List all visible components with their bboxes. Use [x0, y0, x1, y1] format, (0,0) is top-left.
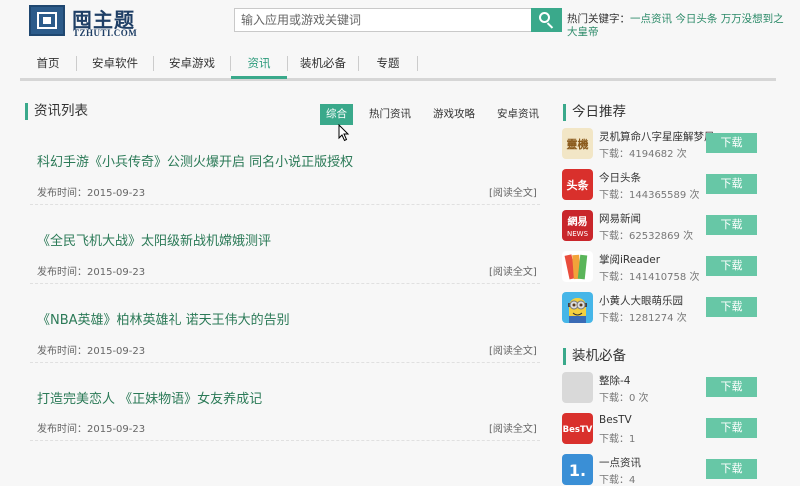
read-more-link[interactable]: [阅读全文] [489, 263, 537, 278]
article-date: 发布时间：2015-09-23 [37, 267, 146, 278]
placeholder-icon[interactable] [562, 372, 593, 403]
nav-item-topics[interactable]: 专题 [359, 50, 417, 76]
article-title[interactable]: 科幻手游《小兵传奇》公测火爆开启 同名小说正版授权 [37, 151, 353, 170]
article-date: 发布时间：2015-09-23 [37, 346, 146, 357]
article-date: 发布时间：2015-09-23 [37, 188, 146, 199]
mouse-cursor-icon [338, 124, 350, 142]
download-button[interactable]: 下载 [706, 256, 757, 276]
article-title[interactable]: 《NBA英雄》柏林英雄礼 诺天王伟大的告别 [37, 309, 290, 328]
hot-keyword-link[interactable]: 一点资讯 [630, 13, 672, 25]
app-name[interactable]: 今日头条 [599, 170, 641, 185]
tab-android-news[interactable]: 安卓资讯 [497, 104, 539, 125]
logo-icon[interactable] [29, 5, 65, 36]
app-name[interactable]: 整除-4 [599, 373, 630, 388]
yidian-icon[interactable]: 1. [562, 454, 593, 485]
tab-game-guides[interactable]: 游戏攻略 [433, 104, 475, 125]
nav-item-android-games[interactable]: 安卓游戏 [154, 50, 230, 76]
nav-item-news[interactable]: 资讯 [231, 50, 287, 79]
app-download-count: 下载：4194682 次 [599, 149, 687, 160]
search-button[interactable] [531, 8, 562, 32]
search-box [234, 8, 532, 32]
read-more-link[interactable]: [阅读全文] [489, 184, 537, 199]
article-title[interactable]: 《全民飞机大战》太阳级新战机嫦娥测评 [37, 230, 271, 249]
app-name[interactable]: BesTV [599, 414, 632, 426]
tab-hot-news[interactable]: 热门资讯 [369, 104, 411, 125]
essential-apps-title: 装机必备 [563, 348, 626, 365]
minion-icon[interactable] [562, 292, 593, 323]
svg-text:靈機: 靈機 [567, 137, 589, 151]
download-button[interactable]: 下载 [706, 215, 757, 235]
nav-item-essentials[interactable]: 装机必备 [288, 50, 358, 76]
svg-text:NEWS: NEWS [567, 230, 589, 238]
download-button[interactable]: 下载 [706, 459, 757, 479]
article-divider [30, 283, 540, 284]
nav-item-android-apps[interactable]: 安卓软件 [77, 50, 153, 76]
download-button[interactable]: 下载 [706, 133, 757, 153]
search-icon [539, 12, 550, 23]
lingji-icon[interactable]: 靈機 [562, 128, 593, 159]
article-divider [30, 204, 540, 205]
article-date: 发布时间：2015-09-23 [37, 424, 146, 435]
read-more-link[interactable]: [阅读全文] [489, 420, 537, 435]
svg-text:头条: 头条 [567, 178, 590, 192]
tab-all[interactable]: 综合 [320, 104, 353, 125]
app-download-count: 下载：144365589 次 [599, 190, 700, 201]
netease-news-icon[interactable]: 網易 NEWS [562, 210, 593, 241]
svg-text:BesTV: BesTV [563, 425, 593, 435]
app-name[interactable]: 小黄人大眼萌乐园 [599, 293, 683, 308]
app-name[interactable]: 网易新闻 [599, 211, 641, 226]
app-download-count: 下载：1 [599, 434, 636, 445]
search-input[interactable] [235, 9, 527, 31]
ireader-icon[interactable] [562, 251, 593, 282]
download-button[interactable]: 下载 [706, 377, 757, 397]
nav-divider [417, 56, 418, 71]
download-button[interactable]: 下载 [706, 418, 757, 438]
svg-text:網易: 網易 [568, 215, 588, 228]
app-name[interactable]: 掌阅iReader [599, 252, 660, 267]
app-name[interactable]: 灵机算命八字星座解梦风 [599, 129, 715, 144]
download-button[interactable]: 下载 [706, 297, 757, 317]
site-header: 囤主题 TZHUTI.COM 热门关键字：一点资讯 今日头条 万万没想到之大皇帝 [0, 0, 800, 42]
hot-keywords-label: 热门关键字： [567, 13, 630, 25]
article-divider [30, 440, 540, 441]
download-button[interactable]: 下载 [706, 174, 757, 194]
app-download-count: 下载：0 次 [599, 393, 649, 404]
nav-item-home[interactable]: 首页 [20, 50, 76, 76]
app-download-count: 下载：1281274 次 [599, 313, 687, 324]
app-name[interactable]: 一点资讯 [599, 455, 641, 470]
today-recommend-title: 今日推荐 [563, 104, 626, 121]
read-more-link[interactable]: [阅读全文] [489, 342, 537, 357]
toutiao-icon[interactable]: 头条 [562, 169, 593, 200]
hot-keyword-link[interactable]: 今日头条 [675, 13, 717, 25]
article-divider [30, 362, 540, 363]
article-title[interactable]: 打造完美恋人 《正妹物语》女友养成记 [37, 388, 262, 407]
bestv-icon[interactable]: BesTV [562, 413, 593, 444]
logo-domain: TZHUTI.COM [73, 28, 138, 38]
app-download-count: 下载：62532869 次 [599, 231, 694, 242]
news-section-title: 资讯列表 [25, 103, 88, 120]
app-download-count: 下载：141410758 次 [599, 272, 700, 283]
main-nav: 首页 安卓软件 安卓游戏 资讯 装机必备 专题 [20, 50, 776, 81]
hot-keywords: 热门关键字：一点资讯 今日头条 万万没想到之大皇帝 [567, 13, 787, 39]
svg-text:1.: 1. [569, 461, 586, 480]
